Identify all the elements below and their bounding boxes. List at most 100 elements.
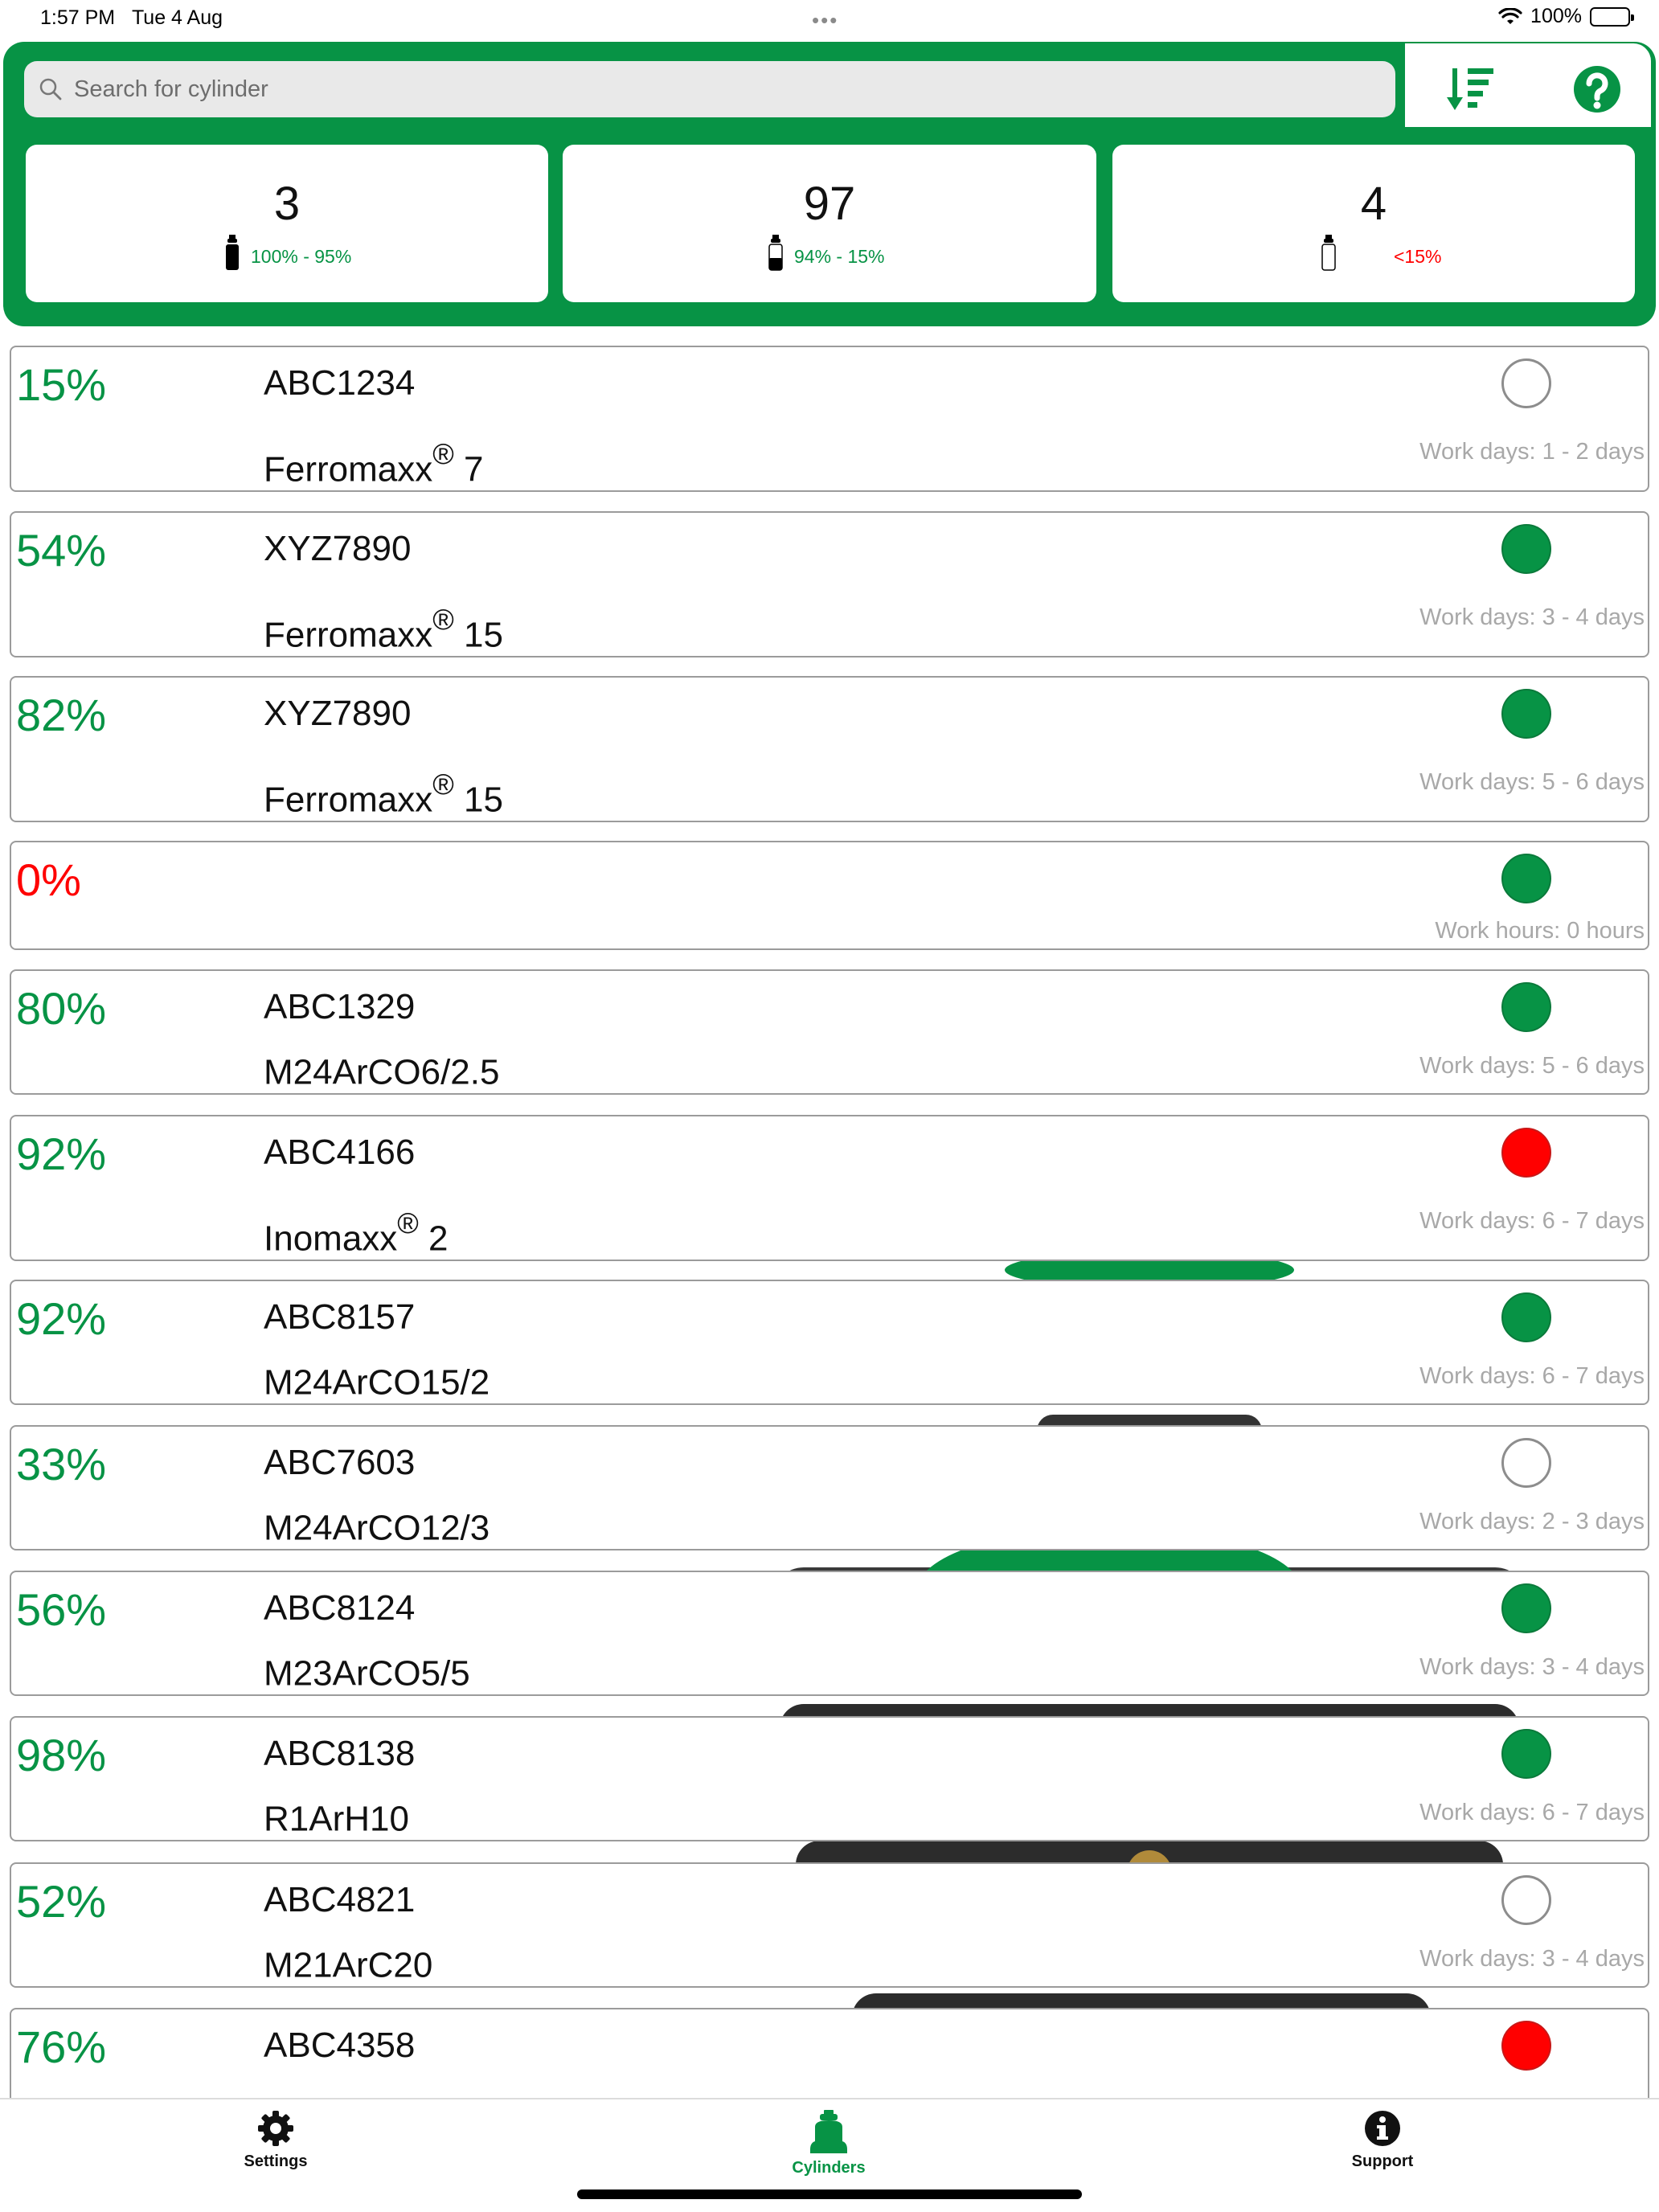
battery-percent: 100% (1530, 5, 1582, 27)
summary-range: 100% - 95% (251, 246, 352, 267)
fill-percentage: 0% (16, 854, 81, 905)
summary-card-low[interactable]: 4 <15% (1112, 145, 1635, 302)
cylinder-row[interactable]: 52% ABC4821 M21ArC20 Work days: 3 - 4 days (10, 1862, 1649, 1988)
status-indicator[interactable] (1501, 1292, 1551, 1342)
help-button[interactable] (1569, 61, 1625, 117)
cylinder-empty-icon (1321, 235, 1336, 271)
work-duration: Work days: 5 - 6 days (1419, 1053, 1645, 1079)
product-name: Ferromaxx (264, 449, 433, 490)
registered-mark: ® (397, 1206, 419, 1239)
registered-mark: ® (432, 437, 454, 470)
clock-text: 1:57 PM (40, 6, 116, 29)
cylinder-half-icon (768, 235, 783, 271)
status-indicator[interactable] (1501, 1128, 1551, 1178)
status-indicator[interactable] (1501, 689, 1551, 739)
fill-percentage: 92% (16, 1129, 107, 1179)
cylinder-row[interactable]: 33% ABC7603 M24ArCO12/3 Work days: 2 - 3 da… (10, 1425, 1649, 1550)
status-indicator[interactable] (1501, 1583, 1551, 1633)
gas-product: M24ArCO12/3 (264, 1501, 490, 1549)
summary-count: 4 (1360, 178, 1387, 230)
registered-mark: ® (432, 768, 454, 801)
product-name: Inomaxx (264, 1219, 398, 1259)
date-text: Tue 4 Aug (131, 6, 223, 29)
home-indicator[interactable] (577, 2189, 1082, 2199)
info-icon (1365, 2111, 1400, 2146)
gear-icon (258, 2111, 293, 2146)
summary-range: 94% - 15% (794, 246, 885, 267)
product-size: 2 (418, 1219, 449, 1259)
sort-button[interactable] (1442, 61, 1498, 117)
search-input[interactable] (74, 76, 1360, 103)
cylinder-serial: ABC8157 (264, 1297, 416, 1337)
product-size: 7 (453, 449, 484, 490)
search-icon (39, 78, 62, 100)
product-size: 15 (453, 615, 503, 655)
cylinder-row[interactable]: 0% Work hours: 0 hours (10, 841, 1649, 950)
tab-support[interactable]: Support (1302, 2109, 1463, 2171)
work-duration: Work days: 2 - 3 days (1419, 1509, 1645, 1534)
status-indicator[interactable] (1501, 854, 1551, 903)
cylinder-serial: ABC1329 (264, 987, 416, 1026)
work-duration: Work days: 3 - 4 days (1419, 1654, 1645, 1680)
status-indicator[interactable] (1501, 358, 1551, 408)
status-indicator[interactable] (1501, 1729, 1551, 1779)
summary-count: 3 (273, 178, 301, 230)
work-duration: Work days: 3 - 4 days (1419, 1946, 1645, 1972)
cylinder-row[interactable]: 56% ABC8124 M23ArCO5/5 Work days: 3 - 4 day… (10, 1571, 1649, 1696)
summary-card-mid[interactable]: 97 94% - 15% (563, 145, 1096, 302)
cylinder-serial: ABC4358 (264, 2026, 416, 2065)
cylinder-serial: ABC1234 (264, 363, 416, 403)
status-bar: 1:57 PM Tue 4 Aug ••• 100% (0, 0, 1659, 39)
search-bar[interactable] (24, 61, 1395, 117)
fill-percentage: 33% (16, 1439, 107, 1489)
status-indicator[interactable] (1501, 2021, 1551, 2071)
cylinder-row[interactable]: 80% ABC1329 M24ArCO6/2.5 Work days: 5 - 6 d… (10, 969, 1649, 1095)
fill-percentage: 56% (16, 1584, 107, 1635)
cylinder-full-icon (226, 235, 239, 270)
product-name: R1ArH10 (264, 1799, 409, 1839)
status-time: 1:57 PM Tue 4 Aug (40, 6, 223, 30)
cylinder-row[interactable]: 54% XYZ7890 Ferromaxx® 15 Work days: 3 - 4 … (10, 511, 1649, 657)
gas-product: M24ArCO6/2.5 (264, 1045, 499, 1093)
tab-label: Support (1351, 2153, 1414, 2170)
cylinder-row[interactable]: 92% ABC4166 Inomaxx® 2 Work days: 6 - 7 day… (10, 1115, 1649, 1261)
gas-product: R1ArH10 (264, 1792, 409, 1840)
fill-percentage: 82% (16, 690, 107, 740)
cylinder-serial: ABC4166 (264, 1133, 416, 1172)
cylinder-icon (810, 2110, 847, 2153)
work-duration: Work days: 3 - 4 days (1419, 604, 1645, 630)
cylinder-row[interactable]: 82% XYZ7890 Ferromaxx® 15 Work days: 5 - 6 … (10, 676, 1649, 822)
sort-descending-icon (1447, 68, 1493, 110)
product-name: M21ArC20 (264, 1945, 433, 1985)
summary-range: <15% (1394, 246, 1442, 267)
help-circle-icon (1574, 66, 1620, 113)
tab-settings[interactable]: Settings (195, 2109, 356, 2171)
wifi-icon (1498, 7, 1522, 24)
gas-product: Ferromaxx® 15 (264, 768, 503, 821)
fill-percentage: 92% (16, 1293, 107, 1344)
status-indicator[interactable] (1501, 1438, 1551, 1488)
product-name: M24ArCO12/3 (264, 1508, 490, 1548)
status-indicator[interactable] (1501, 982, 1551, 1032)
summary-card-full[interactable]: 3 100% - 95% (26, 145, 548, 302)
product-name: M23ArCO5/5 (264, 1653, 470, 1694)
gas-product: Ferromaxx® 7 (264, 437, 484, 490)
cylinder-row[interactable]: 92% ABC8157 M24ArCO15/2 Work days: 6 - 7 da… (10, 1280, 1649, 1405)
status-indicator[interactable] (1501, 524, 1551, 574)
fill-percentage: 98% (16, 1730, 107, 1780)
status-indicators: 100% (1498, 5, 1634, 28)
work-duration: Work days: 5 - 6 days (1419, 769, 1645, 795)
product-name: Ferromaxx (264, 615, 433, 655)
summary-count: 97 (803, 178, 856, 230)
product-name: Ferromaxx (264, 780, 433, 820)
fill-percentage: 15% (16, 359, 107, 410)
cylinder-row[interactable]: 15% ABC1234 Ferromaxx® 7 Work days: 1 - 2 d… (10, 346, 1649, 492)
cylinder-serial: ABC4821 (264, 1880, 416, 1919)
cylinder-row[interactable]: 98% ABC8138 R1ArH10 Work days: 6 - 7 days (10, 1716, 1649, 1841)
status-indicator[interactable] (1501, 1875, 1551, 1925)
multitasking-dots-icon[interactable]: ••• (812, 8, 838, 33)
work-duration: Work days: 6 - 7 days (1419, 1363, 1645, 1389)
fill-percentage: 80% (16, 983, 107, 1034)
tab-cylinders[interactable]: Cylinders (748, 2109, 909, 2177)
fill-percentage: 76% (16, 2022, 107, 2072)
